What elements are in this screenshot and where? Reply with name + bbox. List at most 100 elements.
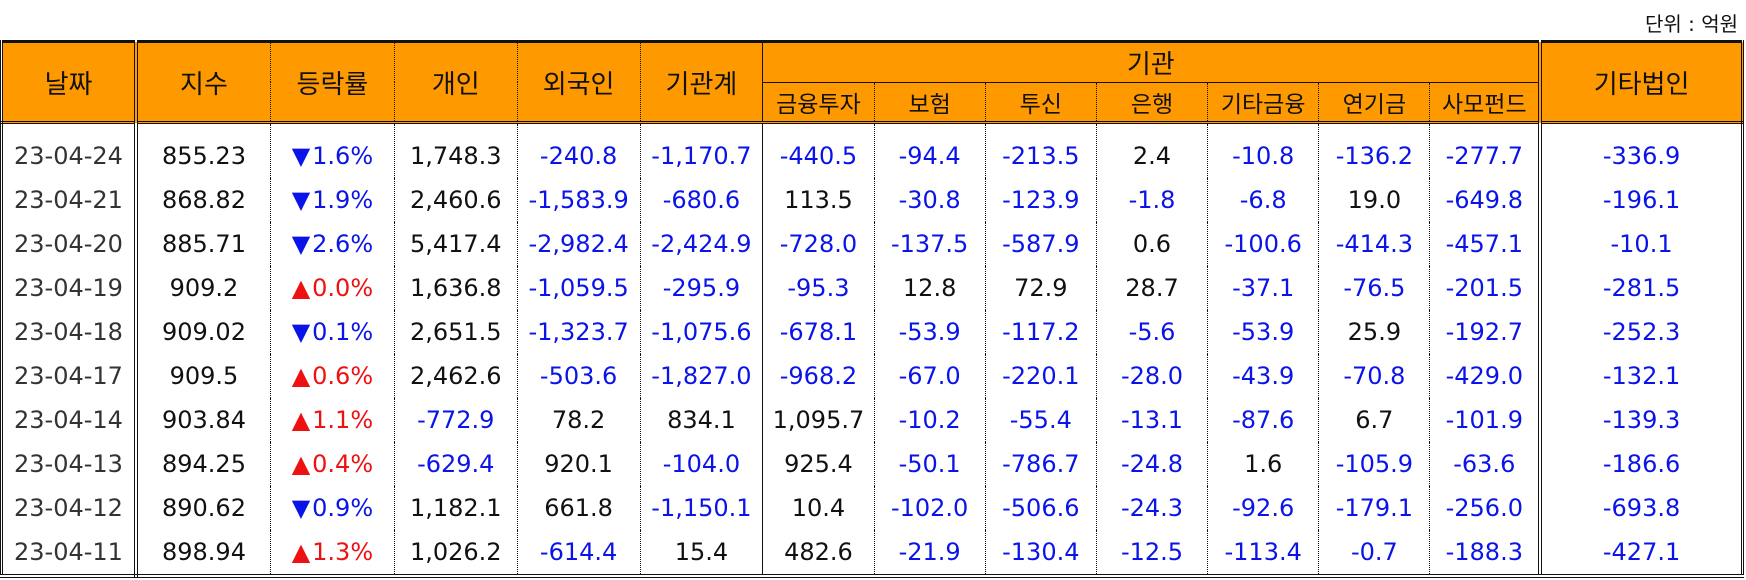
triangle-down-icon: ▼: [291, 318, 311, 346]
value-cell: 1,748.3: [393, 122, 518, 178]
value-cell: -30.8: [873, 178, 986, 222]
triangle-down-icon: ▼: [291, 494, 311, 522]
value-cell: -2,982.4: [516, 222, 641, 266]
value-cell: -1,075.6: [639, 310, 763, 354]
value-cell: -53.9: [1207, 310, 1319, 354]
value-cell: -2,424.9: [639, 222, 763, 266]
value-cell: -76.5: [1318, 266, 1430, 310]
value-cell: -63.6: [1429, 442, 1541, 486]
triangle-down-icon: ▼: [291, 230, 311, 258]
triangle-up-icon: ▲: [291, 274, 311, 302]
value-cell: 1,636.8: [393, 266, 518, 310]
date-cell: 23-04-12: [0, 486, 138, 530]
value-cell: -240.8: [516, 122, 641, 178]
value-cell: -92.6: [1207, 486, 1319, 530]
value-cell: -201.5: [1429, 266, 1541, 310]
index-cell: 855.23: [161, 142, 246, 170]
index-cell: 909.02: [161, 318, 246, 346]
value-cell: -37.1: [1207, 266, 1319, 310]
value-cell: 10.4: [762, 486, 875, 530]
header-inst-group: 기관: [762, 40, 1541, 83]
value-cell: 15.4: [639, 530, 763, 578]
header-sub-other-financial: 기타금융: [1207, 82, 1319, 124]
value-cell: -5.6: [1095, 310, 1208, 354]
date-cell: 23-04-18: [0, 310, 138, 354]
value-cell: -693.8: [1538, 486, 1745, 530]
value-cell: -24.3: [1095, 486, 1208, 530]
value-cell: -130.4: [984, 530, 1097, 578]
triangle-down-icon: ▼: [291, 186, 311, 214]
index-cell: 894.25: [161, 450, 246, 478]
value-cell: -629.4: [393, 442, 518, 486]
value-cell: -67.0: [873, 354, 986, 398]
value-cell: -43.9: [1207, 354, 1319, 398]
value-cell: -188.3: [1429, 530, 1541, 578]
value-cell: -139.3: [1538, 398, 1745, 442]
rate-cell: ▲0.4%: [269, 442, 395, 486]
triangle-up-icon: ▲: [291, 450, 311, 478]
value-cell: -256.0: [1429, 486, 1541, 530]
date-cell: 23-04-14: [0, 398, 138, 442]
header-sub-trust: 투신: [984, 82, 1097, 124]
rate-value: 1.3%: [312, 538, 374, 566]
value-cell: -1.8: [1095, 178, 1208, 222]
value-cell: -136.2: [1318, 122, 1430, 178]
table-row: 23-04-14 903.84 ▲1.1% -772.9 78.2 834.1 1,095.…: [0, 398, 1745, 442]
value-cell: 1,182.1: [393, 486, 518, 530]
value-cell: -53.9: [873, 310, 986, 354]
header-sub-insurance: 보험: [873, 82, 986, 124]
rate-value: 0.6%: [312, 362, 374, 390]
rate-value: 1.6%: [312, 142, 374, 170]
table-row: 23-04-11 898.94 ▲1.3% 1,026.2 -614.4 15.4 482.…: [0, 530, 1745, 578]
value-cell: -295.9: [639, 266, 763, 310]
value-cell: -1,150.1: [639, 486, 763, 530]
header-other-corp: 기타법인: [1538, 40, 1745, 124]
header-sub-bank: 은행: [1095, 82, 1208, 124]
value-cell: -87.6: [1207, 398, 1319, 442]
rate-value: 0.4%: [312, 450, 374, 478]
value-cell: -196.1: [1538, 178, 1745, 222]
value-cell: -1,827.0: [639, 354, 763, 398]
header-sub-private-fund: 사모펀드: [1429, 82, 1541, 124]
triangle-up-icon: ▲: [291, 406, 311, 434]
value-cell: -13.1: [1095, 398, 1208, 442]
table-row: 23-04-24 855.23 ▼1.6% 1,748.3 -240.8 -1,170.7…: [0, 122, 1745, 178]
table-row: 23-04-18 909.02 ▼0.1% 2,651.5 -1,323.7 -1,075…: [0, 310, 1745, 354]
value-cell: 1,026.2: [393, 530, 518, 578]
header-rate: 등락률: [269, 40, 395, 124]
value-cell: -614.4: [516, 530, 641, 578]
value-cell: 1,095.7: [762, 398, 875, 442]
value-cell: -10.2: [873, 398, 986, 442]
value-cell: 834.1: [639, 398, 763, 442]
value-cell: -186.6: [1538, 442, 1745, 486]
value-cell: -252.3: [1538, 310, 1745, 354]
header-index: 지수: [135, 40, 271, 124]
value-cell: -113.4: [1207, 530, 1319, 578]
value-cell: -587.9: [984, 222, 1097, 266]
value-cell: 25.9: [1318, 310, 1430, 354]
value-cell: 920.1: [516, 442, 641, 486]
header-date: 날짜: [0, 40, 138, 124]
triangle-up-icon: ▲: [291, 538, 311, 566]
value-cell: -100.6: [1207, 222, 1319, 266]
value-cell: -94.4: [873, 122, 986, 178]
table-row: 23-04-19 909.2 ▲0.0% 1,636.8 -1,059.5 -295.9-…: [0, 266, 1745, 310]
value-cell: 78.2: [516, 398, 641, 442]
value-cell: 925.4: [762, 442, 875, 486]
value-cell: -24.8: [1095, 442, 1208, 486]
rate-cell: ▼1.6%: [269, 122, 395, 178]
index-cell: 898.94: [135, 530, 271, 578]
date-cell: 23-04-13: [0, 442, 138, 486]
value-cell: -220.1: [984, 354, 1097, 398]
value-cell: -786.7: [984, 442, 1097, 486]
value-cell: -1,323.7: [516, 310, 641, 354]
value-cell: -101.9: [1429, 398, 1541, 442]
value-cell: -70.8: [1318, 354, 1430, 398]
unit-label: 단위 : 억원: [1644, 12, 1738, 36]
index-cell: 868.82: [161, 186, 246, 214]
value-cell: -55.4: [984, 398, 1097, 442]
rate-value: 0.0%: [312, 274, 374, 302]
date-cell: 23-04-11: [0, 530, 138, 578]
value-cell: -336.9: [1538, 122, 1745, 178]
value-cell: -649.8: [1429, 178, 1541, 222]
